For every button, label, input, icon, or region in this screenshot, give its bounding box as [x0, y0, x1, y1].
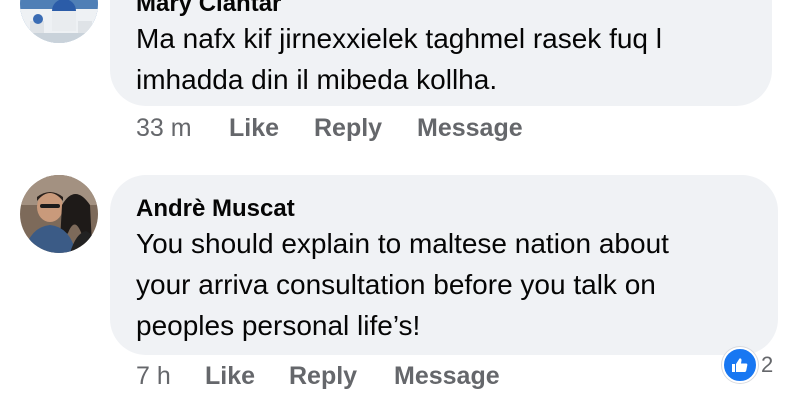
reaction-count: 2	[761, 352, 774, 377]
reply-button[interactable]: Reply	[289, 361, 357, 391]
message-button[interactable]: Message	[394, 361, 500, 391]
reaction-summary[interactable]: 2	[722, 347, 773, 383]
comment-author[interactable]: Mary Ciantar	[136, 0, 281, 18]
like-button[interactable]: Like	[229, 113, 279, 143]
thumbs-up-icon	[722, 347, 758, 383]
comment-timestamp[interactable]: 7 h	[136, 361, 171, 391]
comment-timestamp[interactable]: 33 m	[136, 113, 192, 143]
avatar[interactable]	[20, 0, 98, 43]
reply-button[interactable]: Reply	[314, 113, 382, 143]
comment-bubble: Mary Ciantar Ma nafx kif jirnexxielek ta…	[110, 0, 772, 106]
comment-text: Ma nafx kif jirnexxielek taghmel rasek f…	[136, 23, 662, 95]
like-button[interactable]: Like	[205, 361, 255, 391]
comment-bubble: Andrè Muscat You should explain to malte…	[110, 175, 778, 355]
avatar[interactable]	[20, 175, 98, 253]
avatar-photo	[20, 0, 98, 43]
comment-author[interactable]: Andrè Muscat	[136, 195, 295, 223]
message-button[interactable]: Message	[417, 113, 523, 143]
comment-text: You should explain to maltese nation abo…	[136, 228, 669, 341]
avatar-photo	[20, 175, 98, 253]
